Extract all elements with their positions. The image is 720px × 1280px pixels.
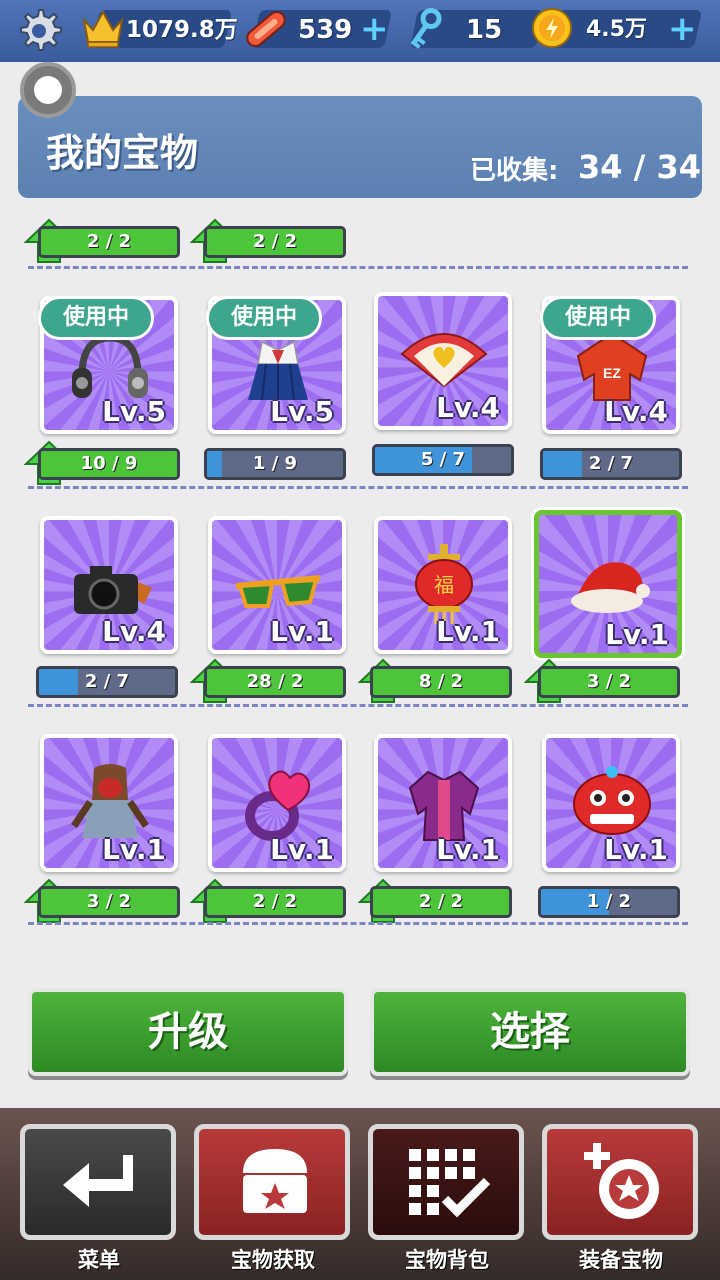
in-use-badge: 使用中 bbox=[206, 296, 322, 340]
level-label: Lv.1 bbox=[102, 833, 166, 866]
level-label: Lv.5 bbox=[102, 395, 166, 428]
lion-dance-head-icon bbox=[573, 766, 651, 835]
progress-bar: 2 / 2 bbox=[370, 886, 512, 918]
coins-value: 4.5万 bbox=[586, 17, 647, 42]
backpack-label: 宝物背包 bbox=[405, 1248, 489, 1272]
acquire-button[interactable] bbox=[194, 1124, 350, 1240]
level-label: Lv.1 bbox=[604, 833, 668, 866]
purple-jacket-icon bbox=[408, 770, 480, 841]
acquire-label: 宝物获取 bbox=[231, 1248, 315, 1272]
treasure-card-lion-dance-head[interactable]: Lv.1 bbox=[542, 734, 680, 872]
row-divider bbox=[28, 922, 688, 925]
level-label: Lv.4 bbox=[436, 391, 500, 424]
equip-button[interactable] bbox=[542, 1124, 698, 1240]
level-label: Lv.1 bbox=[270, 833, 334, 866]
hoverboard-icon bbox=[246, 11, 286, 47]
progress-bar: 28 / 2 bbox=[204, 666, 346, 698]
grid-check-icon bbox=[409, 1149, 491, 1218]
toggle-dot[interactable] bbox=[20, 62, 76, 118]
progress-bar: 2 / 2 bbox=[38, 226, 180, 258]
treasure-card-purple-jacket[interactable]: Lv.1 bbox=[374, 734, 512, 872]
keys-value: 15 bbox=[466, 15, 503, 45]
equip-treasure-icon bbox=[584, 1143, 659, 1219]
progress-bar: 1 / 2 bbox=[538, 886, 680, 918]
gear-icon[interactable] bbox=[14, 6, 64, 56]
equip-label: 装备宝物 bbox=[579, 1248, 663, 1272]
progress-text: 5 / 7 bbox=[420, 449, 466, 470]
progress-text: 2 / 2 bbox=[418, 891, 464, 912]
upgrade-button[interactable]: 升级 bbox=[28, 988, 348, 1076]
coin-icon bbox=[532, 8, 572, 48]
crown-icon bbox=[82, 9, 124, 48]
select-button[interactable]: 选择 bbox=[370, 988, 690, 1076]
treasure-card-heart-ring[interactable]: Lv.1 bbox=[208, 734, 346, 872]
row-divider bbox=[28, 266, 688, 269]
heart-fan-icon bbox=[400, 333, 488, 388]
progress-text: 3 / 2 bbox=[86, 891, 132, 912]
progress-bar: 2 / 2 bbox=[204, 226, 346, 258]
progress-text: 8 / 2 bbox=[418, 671, 464, 692]
svg-text:福: 福 bbox=[434, 573, 454, 597]
progress-text: 2 / 2 bbox=[252, 231, 298, 252]
treasure-card-camera[interactable]: Lv.4 bbox=[40, 516, 178, 654]
treasure-card-sunglasses[interactable]: Lv.1 bbox=[208, 516, 346, 654]
sunglasses-icon bbox=[235, 575, 321, 608]
progress-bar: 1 / 9 bbox=[204, 448, 346, 480]
collected-label: 已收集: bbox=[470, 156, 559, 186]
progress-bar: 2 / 7 bbox=[540, 448, 682, 480]
progress-bar: 10 / 9 bbox=[38, 448, 180, 480]
santa-hat-icon bbox=[571, 562, 650, 613]
return-icon bbox=[63, 1155, 133, 1207]
treasure-card-red-lantern[interactable]: 福 Lv.1 bbox=[374, 516, 512, 654]
red-lantern-icon: 福 bbox=[415, 544, 473, 624]
progress-bar: 2 / 7 bbox=[36, 666, 178, 698]
treasure-card-santa-hat[interactable]: Lv.1 bbox=[534, 510, 682, 658]
menu-label: 菜单 bbox=[78, 1248, 120, 1272]
progress-bar: 3 / 2 bbox=[38, 886, 180, 918]
level-label: Lv.5 bbox=[270, 395, 334, 428]
level-label: Lv.1 bbox=[436, 833, 500, 866]
progress-text: 10 / 9 bbox=[80, 453, 138, 474]
score-value: 1079.8万 bbox=[126, 17, 238, 43]
level-label: Lv.1 bbox=[436, 615, 500, 648]
boards-value: 539 bbox=[298, 15, 353, 45]
progress-text: 28 / 2 bbox=[246, 671, 304, 692]
progress-bar: 5 / 7 bbox=[372, 444, 514, 476]
level-label: Lv.1 bbox=[605, 618, 669, 651]
progress-text: 2 / 2 bbox=[86, 231, 132, 252]
page-title: 我的宝物 bbox=[46, 131, 199, 175]
progress-text: 1 / 2 bbox=[586, 891, 632, 912]
camera-icon bbox=[74, 566, 152, 614]
progress-bar: 8 / 2 bbox=[370, 666, 512, 698]
row-divider bbox=[28, 486, 688, 489]
resource-bar: 1079.8万 539 + 15 4.5万 + bbox=[0, 0, 720, 62]
progress-text: 1 / 9 bbox=[252, 453, 298, 474]
progress-bar: 3 / 2 bbox=[538, 666, 680, 698]
progress-text: 3 / 2 bbox=[586, 671, 632, 692]
level-label: Lv.4 bbox=[102, 615, 166, 648]
progress-text: 2 / 2 bbox=[252, 891, 298, 912]
key-icon bbox=[410, 8, 442, 49]
in-use-badge: 使用中 bbox=[540, 296, 656, 340]
progress-bar: 2 / 2 bbox=[204, 886, 346, 918]
hooded-figure-icon bbox=[71, 764, 149, 838]
backpack-button[interactable] bbox=[368, 1124, 524, 1240]
progress-text: 2 / 7 bbox=[588, 453, 634, 474]
menu-button[interactable] bbox=[20, 1124, 176, 1240]
level-label: Lv.1 bbox=[270, 615, 334, 648]
treasure-chest-icon bbox=[243, 1149, 307, 1213]
svg-text:EZ: EZ bbox=[603, 365, 621, 381]
heart-ring-icon bbox=[245, 770, 310, 841]
in-use-badge: 使用中 bbox=[38, 296, 154, 340]
treasure-card-hooded-figure[interactable]: Lv.1 bbox=[40, 734, 178, 872]
boards-add-button[interactable]: + bbox=[360, 12, 389, 46]
progress-text: 2 / 7 bbox=[84, 671, 130, 692]
level-label: Lv.4 bbox=[604, 395, 668, 428]
collected-value: 34 / 34 bbox=[578, 148, 702, 186]
coins-add-button[interactable]: + bbox=[668, 12, 697, 46]
treasure-card-heart-fan[interactable]: Lv.4 bbox=[374, 292, 512, 430]
row-divider bbox=[28, 704, 688, 707]
